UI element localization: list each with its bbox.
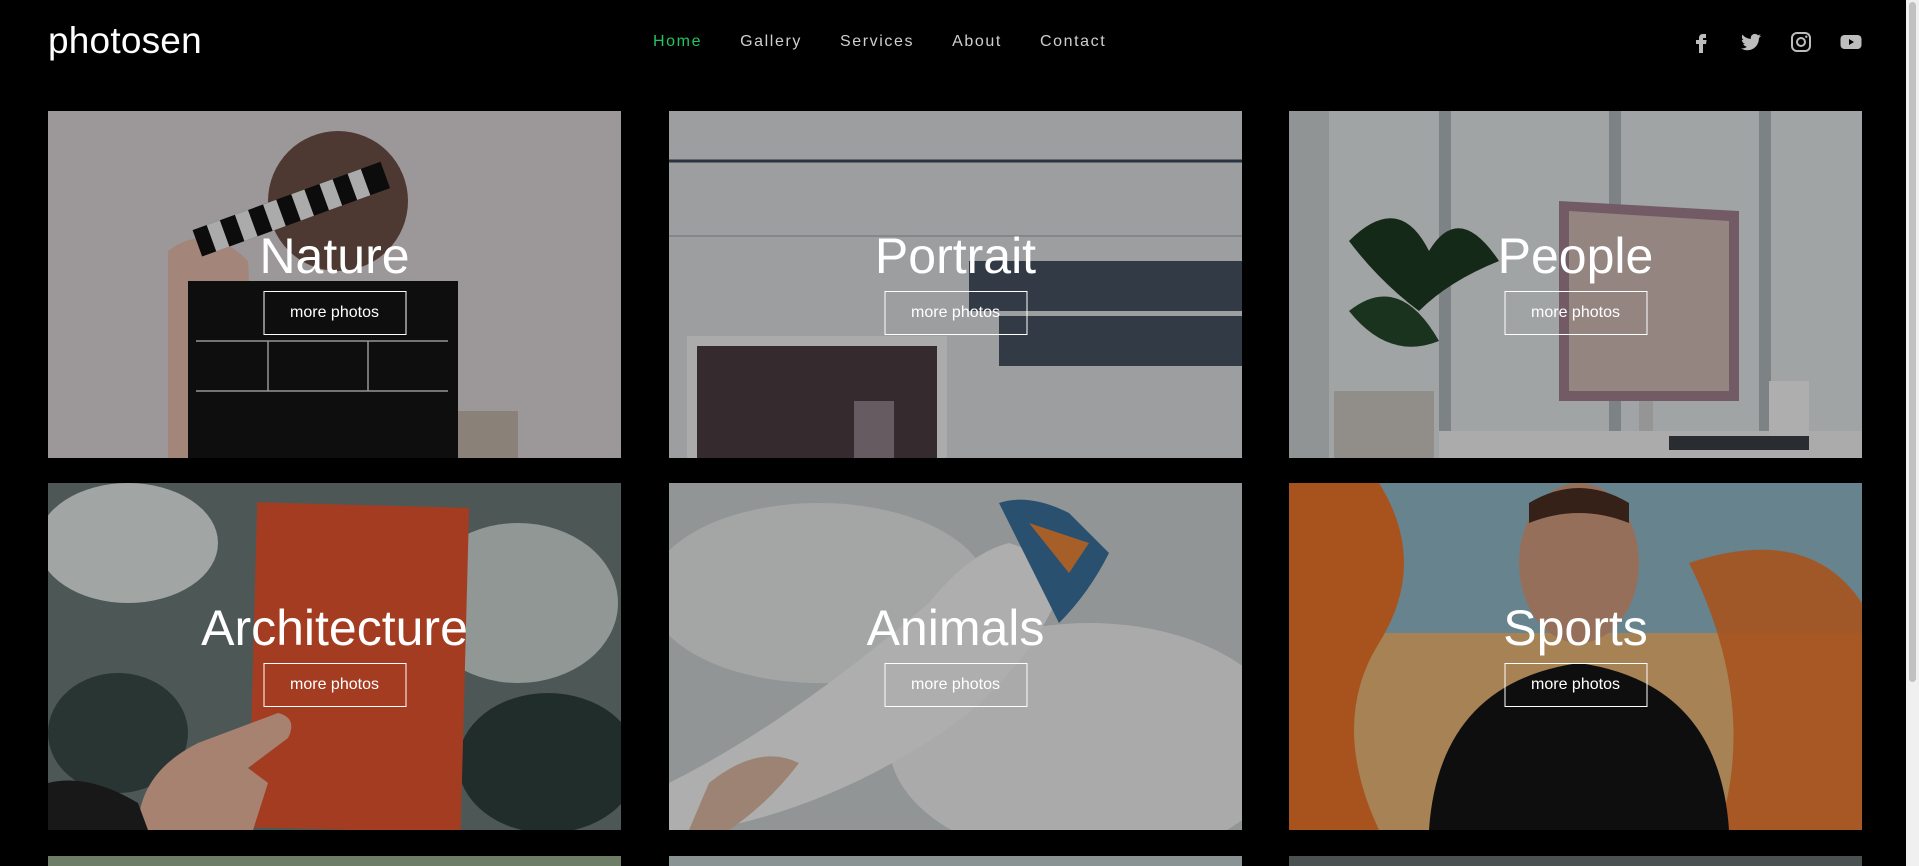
partial-photo: [669, 856, 1242, 866]
nav-services[interactable]: Services: [840, 33, 914, 51]
category-tile-architecture[interactable]: Architecture more photos: [48, 483, 621, 830]
category-tile-people[interactable]: People more photos: [1289, 111, 1862, 458]
site-logo[interactable]: photosen: [48, 20, 202, 62]
category-tile-partial[interactable]: [48, 856, 621, 866]
main-nav: Home Gallery Services About Contact: [653, 33, 1144, 51]
social-links: [1688, 30, 1888, 54]
nav-home[interactable]: Home: [653, 33, 702, 51]
category-tile-nature[interactable]: Nature more photos: [48, 111, 621, 458]
tile-title: Architecture: [201, 600, 468, 656]
page-scrollbar[interactable]: [1906, 0, 1919, 866]
more-photos-button[interactable]: more photos: [263, 291, 406, 335]
category-tile-animals[interactable]: Animals more photos: [669, 483, 1242, 830]
tile-title: Sports: [1503, 600, 1648, 656]
more-photos-button[interactable]: more photos: [1504, 663, 1647, 707]
tile-overlay: [48, 483, 621, 830]
more-photos-button[interactable]: more photos: [884, 663, 1027, 707]
site-header: photosen Home Gallery Services About Con…: [0, 0, 1906, 86]
twitter-icon[interactable]: [1738, 30, 1764, 54]
tile-overlay: [1289, 111, 1862, 458]
youtube-icon[interactable]: [1838, 30, 1864, 54]
nav-gallery[interactable]: Gallery: [740, 33, 802, 51]
tile-overlay: [48, 111, 621, 458]
tile-title: Nature: [259, 228, 410, 284]
tile-overlay: [669, 483, 1242, 830]
nav-contact[interactable]: Contact: [1040, 33, 1106, 51]
facebook-icon[interactable]: [1688, 30, 1714, 54]
more-photos-button[interactable]: more photos: [263, 663, 406, 707]
tile-overlay: [1289, 483, 1862, 830]
partial-photo: [1289, 856, 1862, 866]
tile-title: Portrait: [874, 228, 1037, 284]
tile-overlay: [669, 111, 1242, 458]
category-tile-sports[interactable]: Sports more photos: [1289, 483, 1862, 830]
tile-title: People: [1497, 228, 1654, 284]
category-tile-partial[interactable]: [669, 856, 1242, 866]
partial-photo: [48, 856, 621, 866]
category-tile-partial[interactable]: [1289, 856, 1862, 866]
category-tile-portrait[interactable]: Portrait more photos: [669, 111, 1242, 458]
more-photos-button[interactable]: more photos: [1504, 291, 1647, 335]
tile-title: Animals: [866, 600, 1045, 656]
scrollbar-thumb[interactable]: [1909, 2, 1916, 682]
nav-about[interactable]: About: [952, 33, 1002, 51]
instagram-icon[interactable]: [1788, 30, 1814, 54]
more-photos-button[interactable]: more photos: [884, 291, 1027, 335]
